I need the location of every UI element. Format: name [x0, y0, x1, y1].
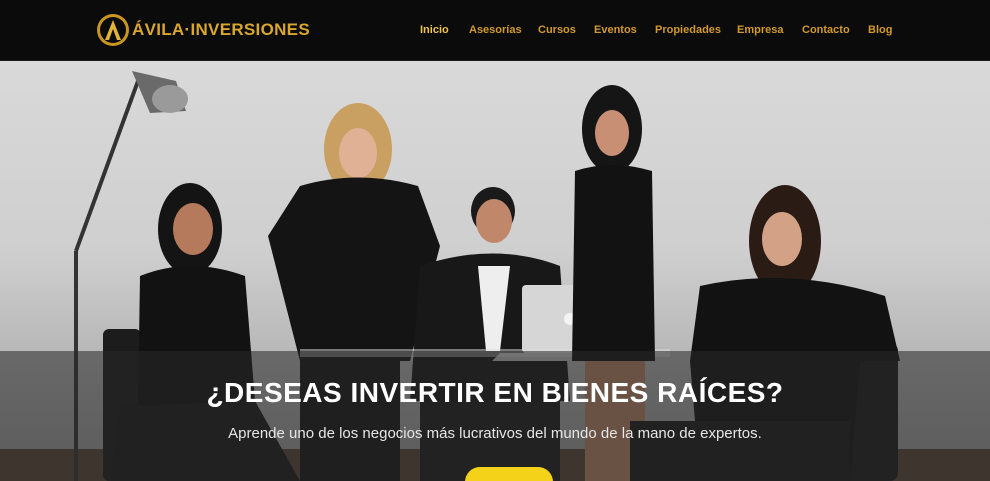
hero-cta-button[interactable]: [465, 467, 553, 481]
hero-caption-overlay: [0, 351, 990, 481]
top-navigation-bar: ÁVILA·INVERSIONES Inicio Asesorías Curso…: [0, 0, 990, 61]
nav-item-contacto[interactable]: Contacto: [802, 23, 850, 37]
hero-banner: ¿DESEAS INVERTIR EN BIENES RAÍCES? Apren…: [0, 61, 990, 481]
nav-item-cursos[interactable]: Cursos: [538, 23, 576, 37]
nav-item-propiedades[interactable]: Propiedades: [655, 23, 721, 37]
main-menu: Inicio Asesorías Cursos Eventos Propieda…: [0, 23, 990, 39]
nav-item-eventos[interactable]: Eventos: [594, 23, 637, 37]
nav-item-asesorias[interactable]: Asesorías: [469, 23, 522, 37]
nav-item-blog[interactable]: Blog: [868, 23, 892, 37]
hero-title: ¿DESEAS INVERTIR EN BIENES RAÍCES?: [206, 377, 784, 408]
nav-item-empresa[interactable]: Empresa: [737, 23, 783, 37]
hero-subtitle: Aprende uno de los negocios más lucrativ…: [228, 425, 762, 442]
nav-item-inicio[interactable]: Inicio: [420, 23, 449, 37]
